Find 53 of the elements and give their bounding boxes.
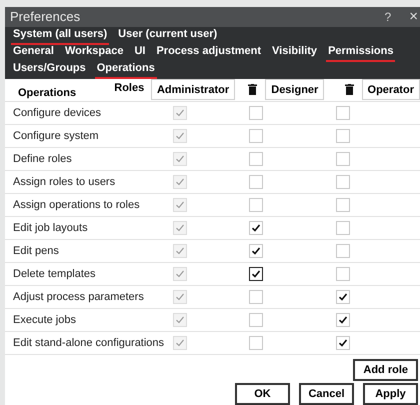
operation-name: Adjust process parameters <box>13 290 145 305</box>
check-mark-icon <box>175 108 186 118</box>
operation-name: Delete templates <box>13 266 97 282</box>
tab[interactable]: User (current user) <box>118 26 218 44</box>
operation-name: Edit job layouts <box>13 220 89 236</box>
operation-name: Execute jobs <box>13 312 77 328</box>
trash-icon[interactable] <box>344 84 354 96</box>
check-mark-icon <box>250 269 261 279</box>
tab[interactable]: General <box>13 44 54 62</box>
tab[interactable]: UI <box>134 44 146 62</box>
check-mark-icon <box>175 246 186 256</box>
check-mark-icon <box>175 131 186 141</box>
tab[interactable]: Operations <box>94 60 157 78</box>
check-mark-icon <box>175 177 186 187</box>
add-role-button[interactable]: Add role <box>353 359 418 381</box>
column-header: Roles <box>114 80 146 96</box>
check-mark-icon <box>338 338 348 348</box>
column-header: Operations <box>18 86 78 100</box>
help-button[interactable]: ? <box>384 8 392 26</box>
operation-name: Assign roles to users <box>13 174 116 190</box>
close-button[interactable]: × <box>409 9 418 24</box>
dialog-button[interactable]: Apply <box>363 383 418 405</box>
operation-name: Configure devices <box>13 106 102 121</box>
operation-name: Configure system <box>13 128 100 144</box>
trash-icon[interactable] <box>248 84 258 96</box>
check-mark-icon <box>175 269 186 279</box>
tab[interactable]: Users/Groups <box>13 60 86 78</box>
check-mark-icon <box>338 292 348 302</box>
tab[interactable]: Workspace <box>64 44 124 62</box>
dialog-button[interactable]: Cancel <box>299 383 354 405</box>
operation-name: Assign operations to roles <box>13 198 141 213</box>
role-name-button[interactable]: Administrator <box>150 79 236 100</box>
dialog-button[interactable]: OK <box>235 383 290 405</box>
tab[interactable]: Process adjustment <box>156 44 262 62</box>
role-name-button[interactable]: Operator <box>362 79 420 100</box>
check-mark-icon <box>250 223 261 233</box>
operation-name: Edit pens <box>13 244 60 259</box>
checkbox[interactable] <box>248 267 263 281</box>
check-mark-icon <box>175 154 186 164</box>
operation-name: Edit stand-alone configurations <box>13 336 166 351</box>
window-title: Preferences <box>10 8 82 26</box>
operation-name: Define roles <box>13 152 73 167</box>
tab[interactable]: Visibility <box>272 44 318 62</box>
check-mark-icon <box>175 223 186 233</box>
tab[interactable]: System (all users) <box>11 26 110 44</box>
check-mark-icon <box>175 315 186 325</box>
role-name-button[interactable]: Designer <box>265 79 324 100</box>
tab[interactable]: Permissions <box>326 44 396 62</box>
check-mark-icon <box>175 338 186 348</box>
check-mark-icon <box>175 200 186 210</box>
check-mark-icon <box>338 315 348 325</box>
check-mark-icon <box>250 246 261 256</box>
check-mark-icon <box>175 292 186 302</box>
